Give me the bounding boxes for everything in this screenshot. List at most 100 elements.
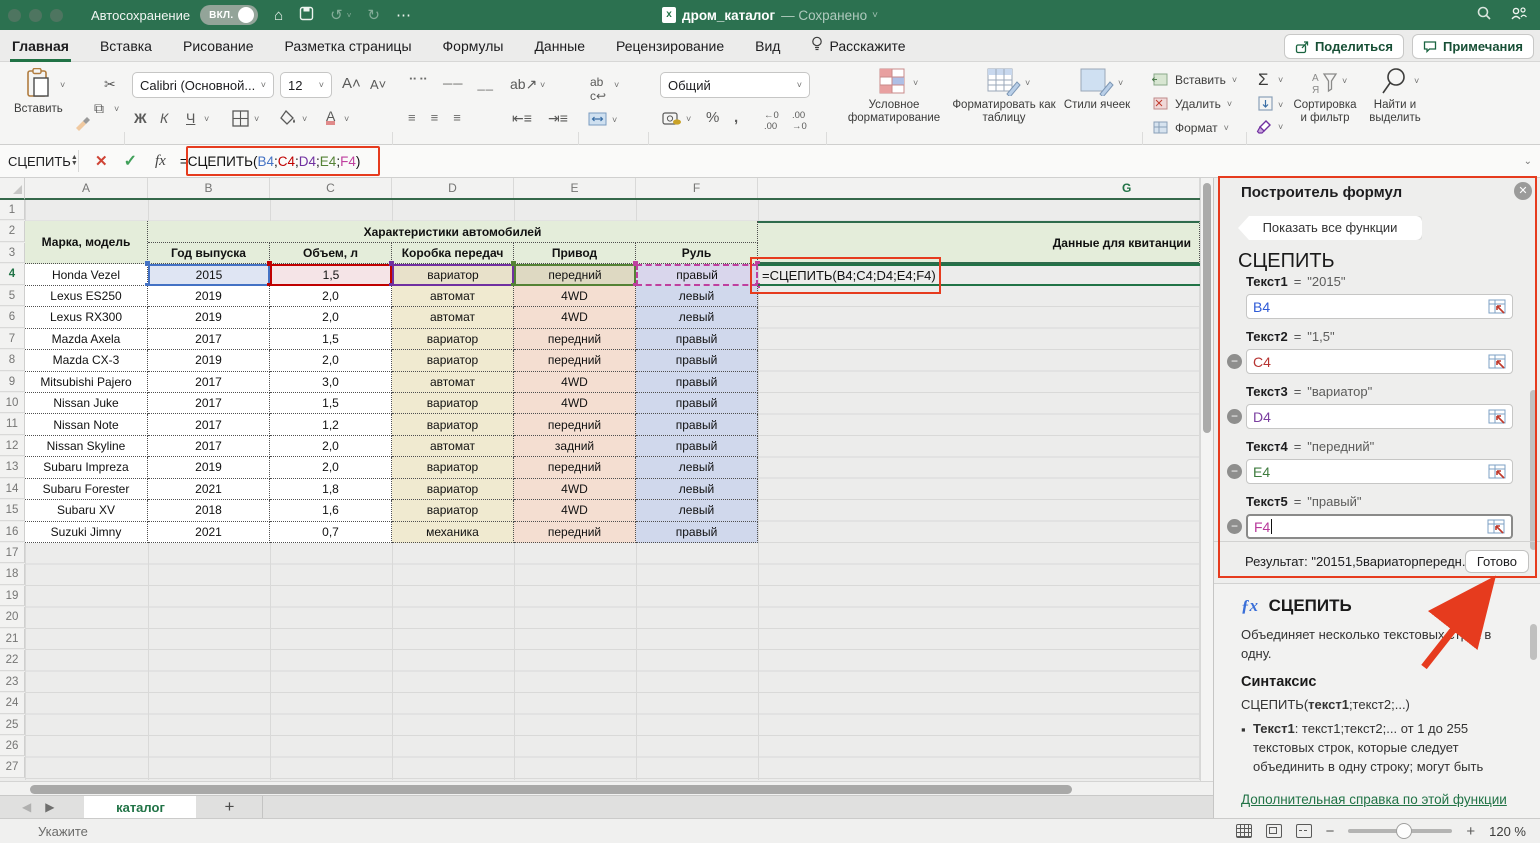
sheet-tab-katalog[interactable]: каталог	[84, 796, 196, 819]
more-commands-icon[interactable]: ⋯	[396, 6, 411, 24]
window-minimize-button[interactable]	[29, 9, 42, 22]
column-header-F[interactable]: F	[636, 178, 758, 198]
ribbon-tab-7[interactable]: Вид	[753, 30, 782, 62]
cell-D10[interactable]: вариатор	[392, 393, 514, 414]
add-sheet-button[interactable]: +	[224, 797, 234, 817]
cell-C8[interactable]: 2,0	[270, 350, 392, 371]
cell-C15[interactable]: 1,6	[270, 500, 392, 521]
show-all-functions-button[interactable]: Показать все функции	[1238, 216, 1422, 240]
redo-icon[interactable]: ↻	[367, 6, 380, 24]
panel-scrollbar-thumb[interactable]	[1530, 390, 1537, 550]
cell-F4[interactable]: правый	[636, 264, 758, 285]
range-selector-icon[interactable]	[1488, 409, 1506, 424]
cell-B14[interactable]: 2021	[148, 479, 270, 500]
cell-C10[interactable]: 1,5	[270, 393, 392, 414]
currency-chevron-icon[interactable]: ˅	[686, 114, 691, 124]
copy-chevron-icon[interactable]: ˅	[114, 104, 119, 114]
cell-F11[interactable]: правый	[636, 414, 758, 435]
cell-subheader-3[interactable]: Привод	[514, 243, 636, 264]
ribbon-tab-5[interactable]: Данные	[532, 30, 587, 62]
cell-D9[interactable]: автомат	[392, 372, 514, 393]
cell-F14[interactable]: левый	[636, 479, 758, 500]
cell-A15[interactable]: Subaru XV	[25, 500, 148, 521]
grow-font-button[interactable]: A˄	[342, 75, 361, 92]
cell-C13[interactable]: 2,0	[270, 457, 392, 478]
remove-param-button-4[interactable]: −	[1227, 464, 1242, 479]
remove-param-button-2[interactable]: −	[1227, 354, 1242, 369]
param-input-B4[interactable]: B4	[1246, 294, 1513, 319]
row-header-8[interactable]: 8	[0, 350, 25, 370]
next-sheet-icon[interactable]: ▶	[45, 800, 54, 814]
cell-A6[interactable]: Lexus RX300	[25, 307, 148, 328]
orientation-button[interactable]: ab↗	[510, 76, 537, 93]
zoom-slider-thumb[interactable]	[1396, 823, 1412, 839]
row-header-5[interactable]: 5	[0, 286, 25, 306]
format-cells-button[interactable]: Формат˅	[1152, 120, 1229, 135]
cell-C9[interactable]: 3,0	[270, 372, 392, 393]
conditional-formatting-button[interactable]: ˅ Условное форматирование	[838, 68, 950, 125]
cell-C5[interactable]: 2,0	[270, 286, 392, 307]
column-header-B[interactable]: B	[148, 178, 270, 198]
cell-F9[interactable]: правый	[636, 372, 758, 393]
cell-F7[interactable]: правый	[636, 329, 758, 350]
column-header-E[interactable]: E	[514, 178, 636, 198]
cell-F5[interactable]: левый	[636, 286, 758, 307]
sort-filter-button[interactable]: АЯ ˅ Сортировка и фильтр	[1292, 70, 1358, 125]
find-select-button[interactable]: ˅ Найти и выделить	[1362, 66, 1428, 125]
cell-D5[interactable]: автомат	[392, 286, 514, 307]
save-icon[interactable]	[299, 6, 314, 25]
range-selector-icon[interactable]	[1488, 299, 1506, 314]
cell-F15[interactable]: левый	[636, 500, 758, 521]
cell-B4[interactable]: 2015	[148, 264, 270, 285]
fill-button[interactable]	[1258, 96, 1273, 114]
cell-D6[interactable]: автомат	[392, 307, 514, 328]
cell-B7[interactable]: 2017	[148, 329, 270, 350]
cell-C6[interactable]: 2,0	[270, 307, 392, 328]
format-as-table-button[interactable]: ˅ Форматировать как таблицу	[952, 68, 1056, 125]
cell-D13[interactable]: вариатор	[392, 457, 514, 478]
range-handle[interactable]	[389, 261, 394, 266]
cell-E9[interactable]: 4WD	[514, 372, 636, 393]
cell-A9[interactable]: Mitsubishi Pajero	[25, 372, 148, 393]
cell-A13[interactable]: Subaru Impreza	[25, 457, 148, 478]
row-header-7[interactable]: 7	[0, 329, 25, 349]
cell-receipt-header[interactable]: Данные для квитанции	[758, 221, 1200, 264]
people-share-icon[interactable]	[1510, 5, 1528, 26]
cell-D15[interactable]: вариатор	[392, 500, 514, 521]
cell-D11[interactable]: вариатор	[392, 414, 514, 435]
increase-decimal-button[interactable]: ←0.00	[764, 110, 779, 132]
cancel-entry-button[interactable]: ✕	[95, 152, 108, 170]
cell-B13[interactable]: 2019	[148, 457, 270, 478]
cell-E13[interactable]: передний	[514, 457, 636, 478]
row-header-15[interactable]: 15	[0, 500, 25, 520]
panel-close-icon[interactable]: ✕	[1514, 182, 1532, 200]
cell-A7[interactable]: Mazda Axela	[25, 329, 148, 350]
row-header-22[interactable]: 22	[0, 650, 25, 670]
cell-F8[interactable]: правый	[636, 350, 758, 371]
row-header-13[interactable]: 13	[0, 457, 25, 477]
merge-center-button[interactable]	[588, 112, 607, 129]
row-header-27[interactable]: 27	[0, 757, 25, 777]
row-header-18[interactable]: 18	[0, 564, 25, 584]
row-header-14[interactable]: 14	[0, 479, 25, 499]
zoom-in-button[interactable]: +	[1466, 823, 1475, 840]
fill-color-chevron-icon[interactable]: ˅	[302, 114, 307, 124]
row-header-2[interactable]: 2	[0, 221, 25, 241]
range-selector-icon[interactable]	[1488, 354, 1506, 369]
row-header-3[interactable]: 3	[0, 243, 25, 263]
cell-A4[interactable]: Honda Vezel	[25, 264, 148, 285]
prev-sheet-icon[interactable]: ◀	[22, 800, 31, 814]
normal-view-icon[interactable]	[1236, 824, 1252, 838]
row-header-16[interactable]: 16	[0, 522, 25, 542]
underline-button[interactable]: Ч	[186, 110, 195, 126]
row-header-19[interactable]: 19	[0, 586, 25, 606]
cell-C14[interactable]: 1,8	[270, 479, 392, 500]
bold-button[interactable]: Ж	[134, 110, 147, 126]
cell-B8[interactable]: 2019	[148, 350, 270, 371]
font-name-select[interactable]: Calibri (Основной...˅	[132, 72, 274, 98]
cell-B15[interactable]: 2018	[148, 500, 270, 521]
comments-button[interactable]: Примечания	[1412, 34, 1534, 59]
cell-A10[interactable]: Nissan Juke	[25, 393, 148, 414]
cell-styles-button[interactable]: ˅ Стили ячеек	[1062, 68, 1132, 112]
paste-button[interactable]: Вставить	[14, 68, 62, 116]
